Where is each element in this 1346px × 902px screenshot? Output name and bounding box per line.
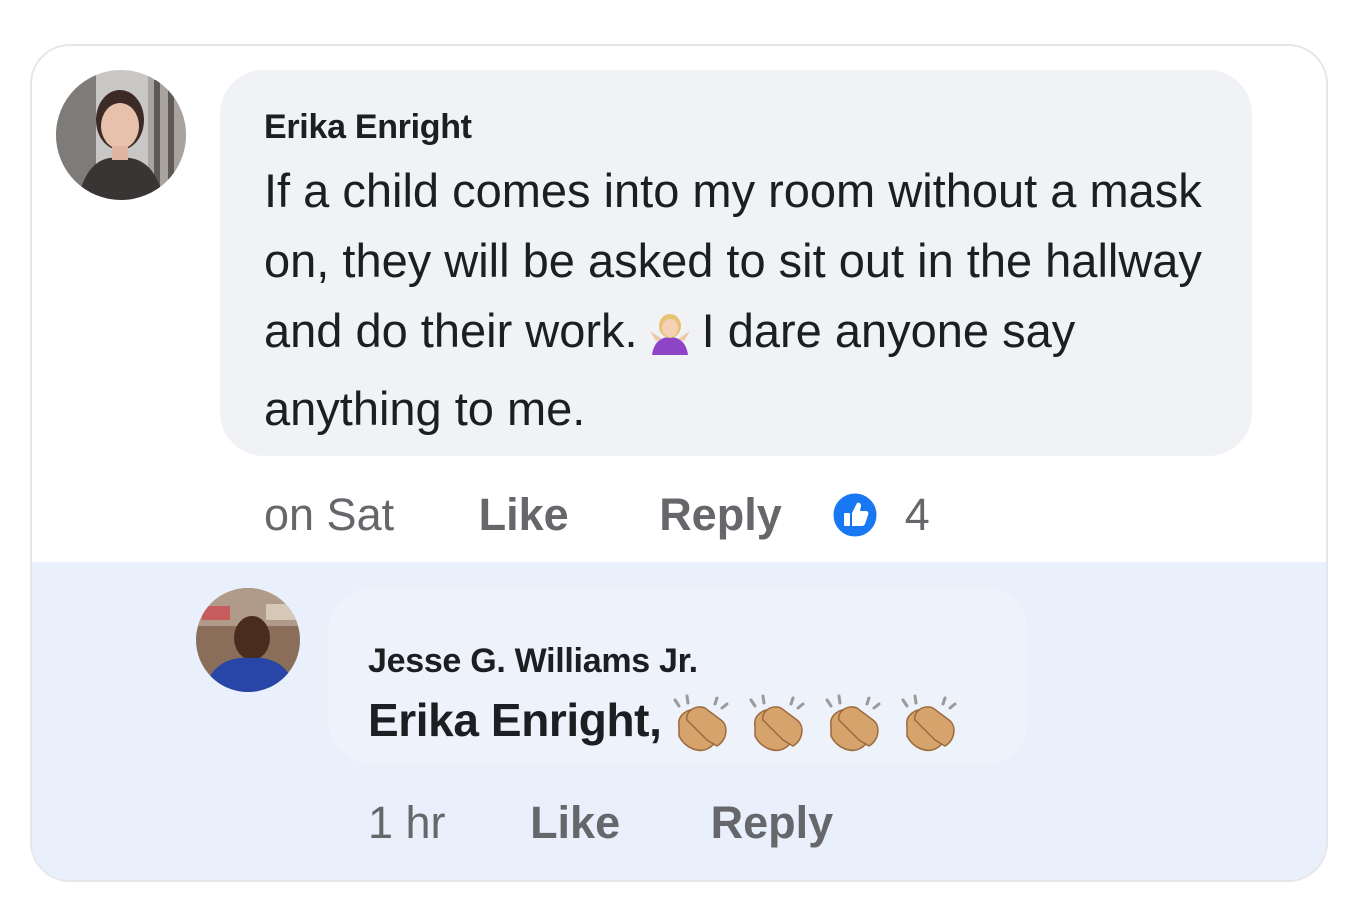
comment-bubble: Erika Enright If a child comes into my r… — [220, 70, 1252, 456]
clapping-hands-icon — [819, 692, 889, 765]
comment-thread-card: Erika Enright If a child comes into my r… — [30, 44, 1328, 882]
avatar-erika-enright[interactable] — [56, 70, 186, 200]
comment-timestamp[interactable]: on Sat — [264, 489, 394, 541]
avatar-jesse-g-williams-jr[interactable] — [196, 588, 300, 692]
mention-link[interactable]: Erika Enright, — [368, 694, 662, 746]
comment-author-name[interactable]: Erika Enright — [264, 108, 472, 147]
clapping-hands-icon — [743, 692, 813, 765]
reply-text: Erika Enright, — [368, 692, 965, 765]
reply-bubble: Jesse G. Williams Jr. Erika Enright, — [328, 588, 1028, 764]
reply-author-name[interactable]: Jesse G. Williams Jr. — [368, 642, 698, 681]
reply-actions: 1 hr Like Reply — [368, 794, 833, 849]
comment-text: If a child comes into my room without a … — [264, 156, 1224, 444]
like-button[interactable]: Like — [479, 489, 569, 541]
like-icon[interactable] — [830, 490, 880, 540]
reaction-count[interactable]: 4 — [905, 489, 930, 541]
reply-timestamp[interactable]: 1 hr — [368, 797, 446, 849]
clapping-hands-icon — [895, 692, 965, 765]
reply-like-button[interactable]: Like — [530, 797, 620, 849]
reply-reply-button[interactable]: Reply — [711, 797, 834, 849]
reply-button[interactable]: Reply — [659, 489, 782, 541]
comment-actions: on Sat Like Reply 4 — [264, 486, 930, 541]
woman-shrugging-emoji-icon — [646, 304, 694, 374]
clapping-hands-icon — [667, 692, 737, 765]
